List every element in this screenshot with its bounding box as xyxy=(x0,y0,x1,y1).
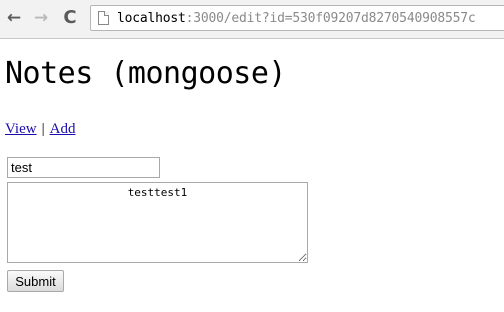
forward-arrow-icon[interactable]: → xyxy=(31,8,51,28)
page-title: Notes (mongoose) xyxy=(5,56,286,91)
submit-button[interactable]: Submit xyxy=(7,270,64,292)
address-bar[interactable]: localhost:3000/edit?id=530f09207d8270540… xyxy=(90,5,504,31)
title-input[interactable] xyxy=(7,157,160,178)
page-icon xyxy=(98,11,109,25)
body-textarea[interactable]: testtest1 xyxy=(7,182,308,263)
url-path: :3000/edit?id=530f09207d8270540908557c xyxy=(185,10,476,26)
url-host: localhost xyxy=(117,10,186,26)
nav-links: View | Add xyxy=(5,121,75,138)
add-link[interactable]: Add xyxy=(50,121,76,137)
reload-icon[interactable]: C xyxy=(60,8,80,28)
view-link[interactable]: View xyxy=(5,121,37,137)
browser-toolbar: ← → C localhost:3000/edit?id=530f09207d8… xyxy=(0,0,504,39)
back-arrow-icon[interactable]: ← xyxy=(4,8,24,28)
nav-separator: | xyxy=(41,121,45,137)
url-text: localhost:3000/edit?id=530f09207d8270540… xyxy=(117,10,476,26)
